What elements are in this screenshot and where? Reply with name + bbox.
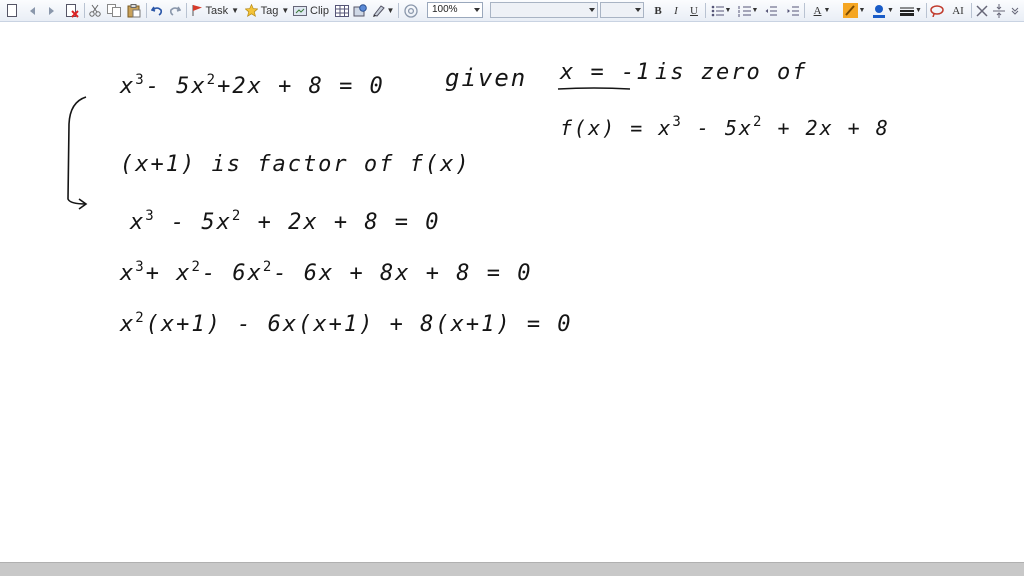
at-sign-icon[interactable]	[403, 2, 419, 19]
forward-arrow-icon[interactable]	[46, 2, 56, 19]
clip-button[interactable]: Clip	[292, 2, 330, 19]
task-label: Task	[205, 4, 229, 17]
cut-icon[interactable]	[88, 2, 102, 19]
clip-label: Clip	[310, 4, 329, 17]
task-button[interactable]: Task ▼	[191, 2, 239, 19]
italic-button[interactable]: I	[669, 2, 683, 19]
given-label: given	[445, 64, 528, 92]
style-button[interactable]: A ▼	[808, 2, 836, 19]
close-x-icon[interactable]	[975, 2, 989, 19]
delete-page-icon[interactable]	[64, 2, 80, 19]
convert-ink-button[interactable]: AI	[948, 2, 968, 19]
highlighter-icon	[842, 3, 858, 18]
paste-icon[interactable]	[126, 2, 142, 19]
zoom-value: 100%	[432, 4, 458, 15]
note-canvas[interactable]: x3- 5x2+2x + 8 = 0 given x = -1 is zero …	[0, 22, 1024, 562]
table-icon[interactable]	[334, 2, 350, 19]
line-style-button[interactable]: ▼	[898, 2, 924, 19]
line-style-icon	[900, 7, 915, 16]
new-page-icon[interactable]	[5, 2, 19, 19]
chevron-down-icon	[635, 8, 641, 12]
outdent-icon[interactable]	[764, 2, 778, 19]
bold-label: B	[654, 4, 662, 17]
horizontal-scrollbar[interactable]	[0, 562, 1024, 576]
underline-button[interactable]: U	[687, 2, 701, 19]
indent-icon[interactable]	[786, 2, 800, 19]
more-chevron-icon[interactable]	[1009, 2, 1021, 19]
equation-line-1: x3- 5x2+2x + 8 = 0	[120, 72, 385, 99]
style-label: A	[813, 4, 822, 17]
highlighter-button[interactable]: ▼	[840, 2, 868, 19]
attach-file-icon[interactable]	[352, 2, 368, 19]
zoom-select[interactable]: 100%	[427, 2, 483, 18]
font-size-select[interactable]	[600, 2, 644, 18]
is-zero-of-label: is zero of	[655, 60, 808, 85]
italic-label: I	[674, 4, 678, 17]
copy-icon[interactable]	[106, 2, 122, 19]
insert-space-icon[interactable]	[992, 2, 1006, 19]
bold-button[interactable]: B	[651, 2, 665, 19]
convert-ink-label: AI	[952, 4, 964, 17]
equation-line-4: x2(x+1) - 6x(x+1) + 8(x+1) = 0	[120, 310, 573, 337]
tag-label: Tag	[260, 4, 279, 17]
tag-button[interactable]: Tag ▼	[244, 2, 290, 19]
font-color-icon	[873, 4, 886, 18]
bracket-arrow-icon	[67, 96, 88, 210]
redo-icon[interactable]	[168, 2, 182, 19]
bullet-list-button[interactable]: ▼	[709, 2, 733, 19]
pen-icon	[372, 5, 385, 17]
equation-line-3: x3+ x2- 6x2- 6x + 8x + 8 = 0	[120, 259, 533, 286]
chevron-down-icon	[589, 8, 595, 12]
screen-clip-icon	[293, 5, 308, 16]
back-arrow-icon[interactable]	[28, 2, 38, 19]
flag-icon	[192, 5, 202, 16]
underline-label: U	[690, 4, 698, 17]
undo-icon[interactable]	[150, 2, 164, 19]
given-value: x = -1	[560, 60, 652, 85]
numbered-list-icon	[738, 5, 751, 17]
toolbar: Task ▼ Tag ▼ Clip ▼ 100% B I U ▼ ▼ A ▼ ▼…	[0, 0, 1024, 22]
numbered-list-button[interactable]: ▼	[736, 2, 760, 19]
given-underline	[557, 87, 631, 90]
font-color-button[interactable]: ▼	[870, 2, 896, 19]
font-family-select[interactable]	[490, 2, 598, 18]
equation-line-2: x3 - 5x2 + 2x + 8 = 0	[130, 208, 441, 235]
function-definition: f(x) = x3 - 5x2 + 2x + 8	[560, 114, 890, 140]
star-icon	[244, 4, 258, 17]
bullet-list-icon	[711, 5, 724, 16]
chevron-down-icon	[474, 8, 480, 12]
lasso-icon[interactable]	[930, 2, 944, 19]
pen-button[interactable]: ▼	[371, 2, 395, 19]
factor-statement: (x+1) is factor of f(x)	[120, 152, 471, 177]
